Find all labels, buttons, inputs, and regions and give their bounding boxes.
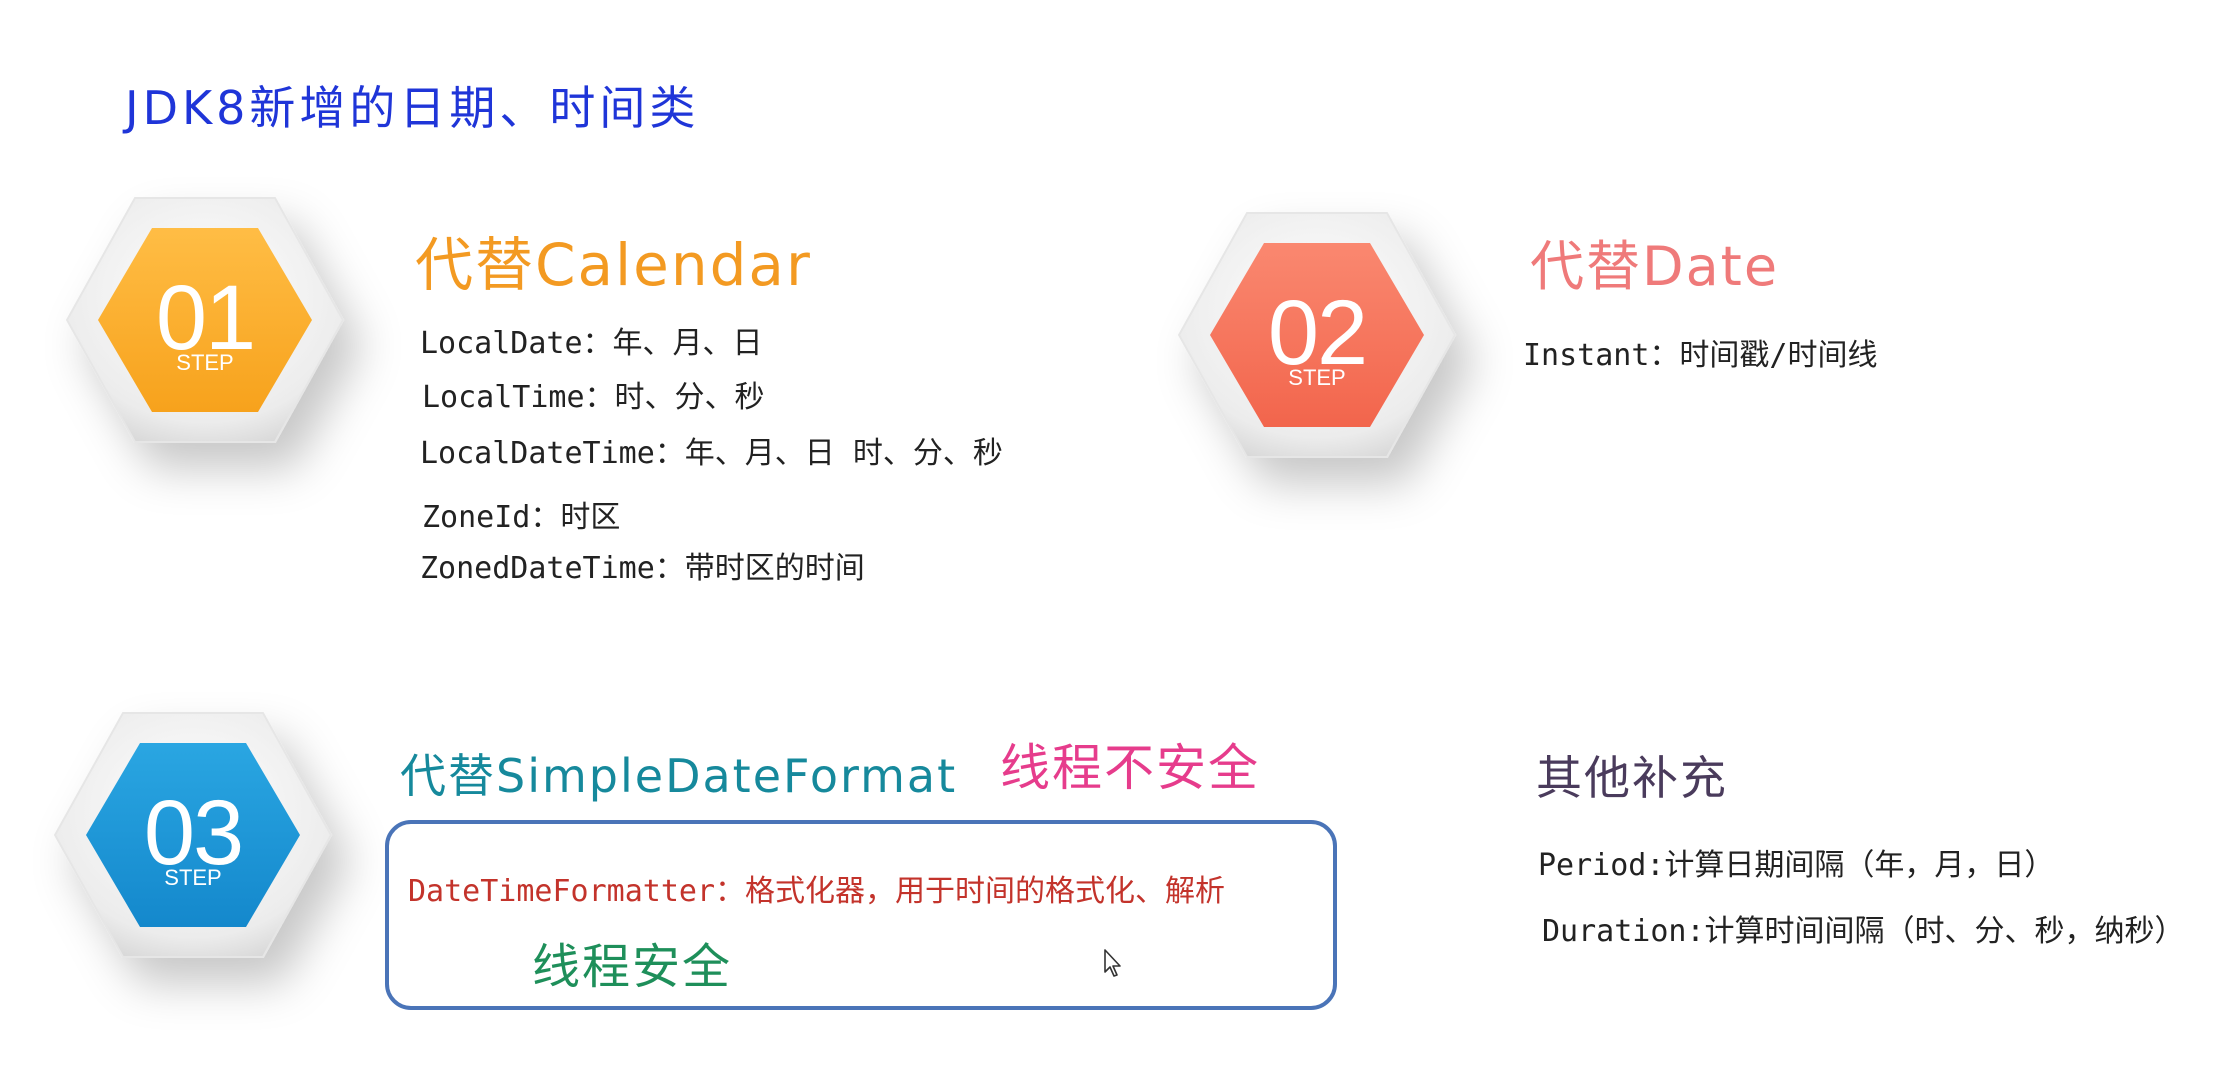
thread-safe-label: 线程安全 [532,939,733,995]
step-01-badge: 01 STEP [60,190,350,450]
section-01-item: LocalDate：年、月、日 [420,326,763,361]
section-01-item: ZoneId：时区 [422,500,621,535]
step-03-badge: 03 STEP [48,705,338,965]
section-04-item: Duration:计算时间间隔（时、分、秒，纳秒） [1542,914,2185,949]
section-01-heading: 代替Calendar [415,231,812,299]
mouse-pointer-icon [1103,948,1125,982]
section-02-heading: 代替Date [1530,235,1780,298]
section-01-item: ZonedDateTime：带时区的时间 [420,551,865,586]
step-01-label: STEP [176,350,234,375]
section-04-item: Period:计算日期间隔（年，月，日） [1538,848,2055,883]
page-title: JDK8新增的日期、时间类 [125,81,700,135]
formatter-box [385,820,1337,1010]
step-03-label: STEP [164,865,222,890]
step-02-badge: 02 STEP [1172,205,1462,465]
thread-unsafe-label: 线程不安全 [1000,739,1260,797]
section-01-item: LocalTime：时、分、秒 [422,380,765,415]
section-03-item: DateTimeFormatter：格式化器，用于时间的格式化、解析 [408,874,1226,909]
section-04-heading: 其他补充 [1536,751,1728,805]
section-01-item: LocalDateTime：年、月、日 时、分、秒 [420,436,1003,471]
step-02-label: STEP [1288,365,1346,390]
section-02-item: Instant：时间戳/时间线 [1523,338,1878,373]
section-03-heading: 代替SimpleDateFormat [400,749,958,803]
